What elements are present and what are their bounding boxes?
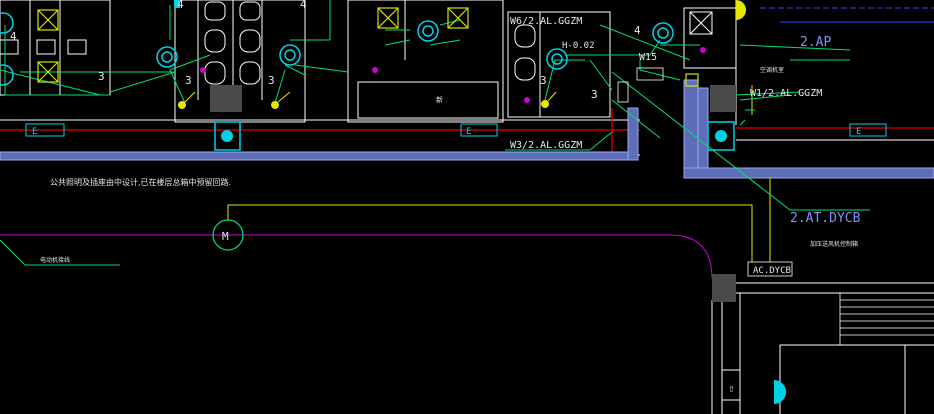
label-circuit-w6: W6/2.AL.GGZM — [510, 16, 582, 27]
label-num-3d: 3 — [540, 74, 547, 87]
floor-plan-svg: 4 4 4 4 3 3 3 3 3 W6/2.AL.GGZM H-0.02 W1… — [0, 0, 934, 414]
label-motor: M — [222, 230, 229, 243]
stair-arrow: ⇧ — [728, 382, 735, 395]
note-room: 新 — [436, 95, 443, 104]
stair-hatch — [839, 292, 934, 345]
label-circuit-w3: W3/2.AL.GGZM — [510, 140, 582, 151]
note-right-small: 空调机室 — [760, 66, 784, 74]
label-panel-2ap: 2.AP — [800, 35, 831, 50]
label-num-3c: 3 — [268, 74, 275, 87]
walls — [0, 0, 934, 414]
label-num-3a: 3 — [98, 70, 105, 83]
label-num-3b: 3 — [185, 74, 192, 87]
duct-tag-right: E — [856, 127, 861, 137]
circuits — [0, 0, 870, 266]
duct-tag-mid: E — [466, 127, 471, 137]
label-num-4a: 4 — [10, 30, 17, 43]
label-num-3e: 3 — [591, 88, 598, 101]
label-circuit-w1: W1/2.AL.GGZM — [750, 88, 822, 99]
label-circuit-h: H-0.02 — [562, 41, 595, 51]
label-acdycb: AC.DYCB — [753, 266, 791, 276]
exhaust-fans — [37, 7, 699, 87]
pipe-magenta — [0, 234, 713, 279]
note-motor: 电动机接线 — [40, 256, 70, 264]
note-dycb: 加压送风机控制箱 — [810, 240, 858, 248]
label-circuit-w15: W15 — [639, 52, 657, 63]
label-num-4d: 4 — [634, 24, 641, 37]
label-num-4b: 4 — [177, 0, 184, 11]
label-num-4c: 4 — [300, 0, 307, 11]
duct-tag-left: E — [32, 127, 37, 137]
cad-drawing-canvas[interactable]: 4 4 4 4 3 3 3 3 3 W6/2.AL.GGZM H-0.02 W1… — [0, 0, 934, 414]
label-panel-2atdycb: 2.AT.DYCB — [790, 211, 861, 226]
note-public-area: 公共照明及插座由中设计,已在楼层总箱中预留回路. — [50, 177, 231, 187]
